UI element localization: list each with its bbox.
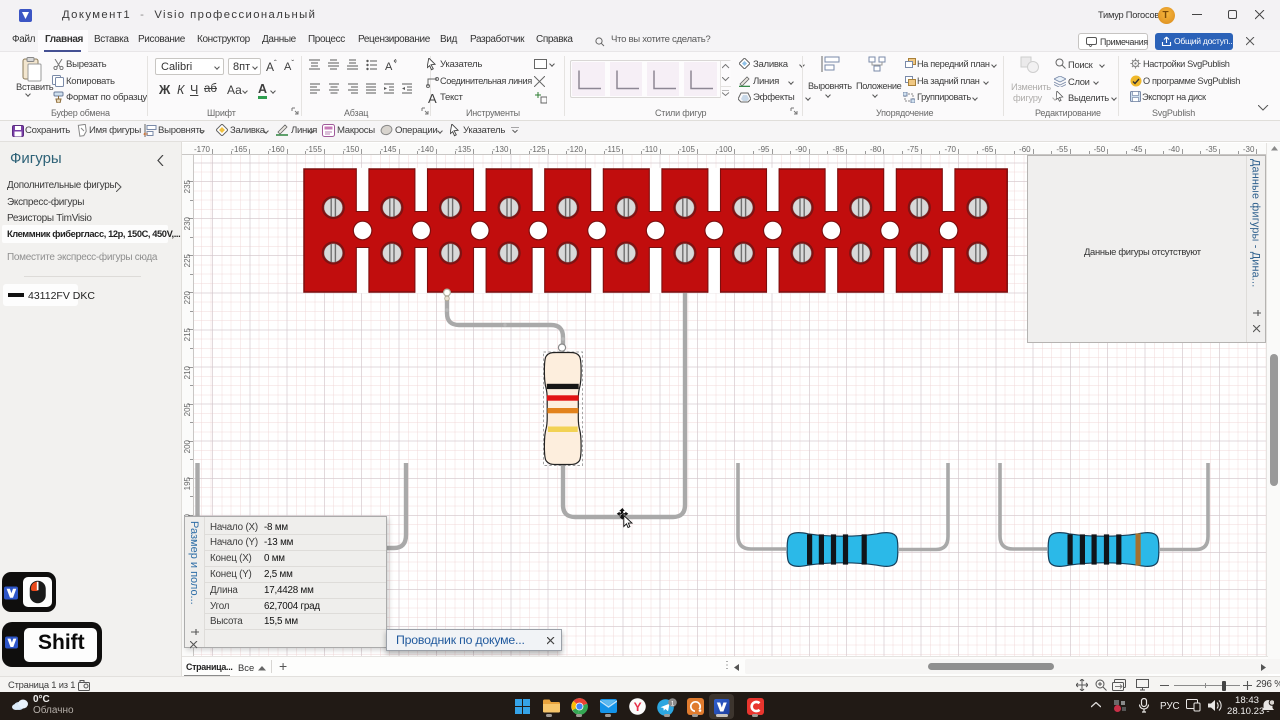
svg-text:1: 1	[671, 700, 675, 707]
svg-text:А: А	[385, 61, 393, 71]
svg-text:Y: Y	[634, 700, 642, 714]
